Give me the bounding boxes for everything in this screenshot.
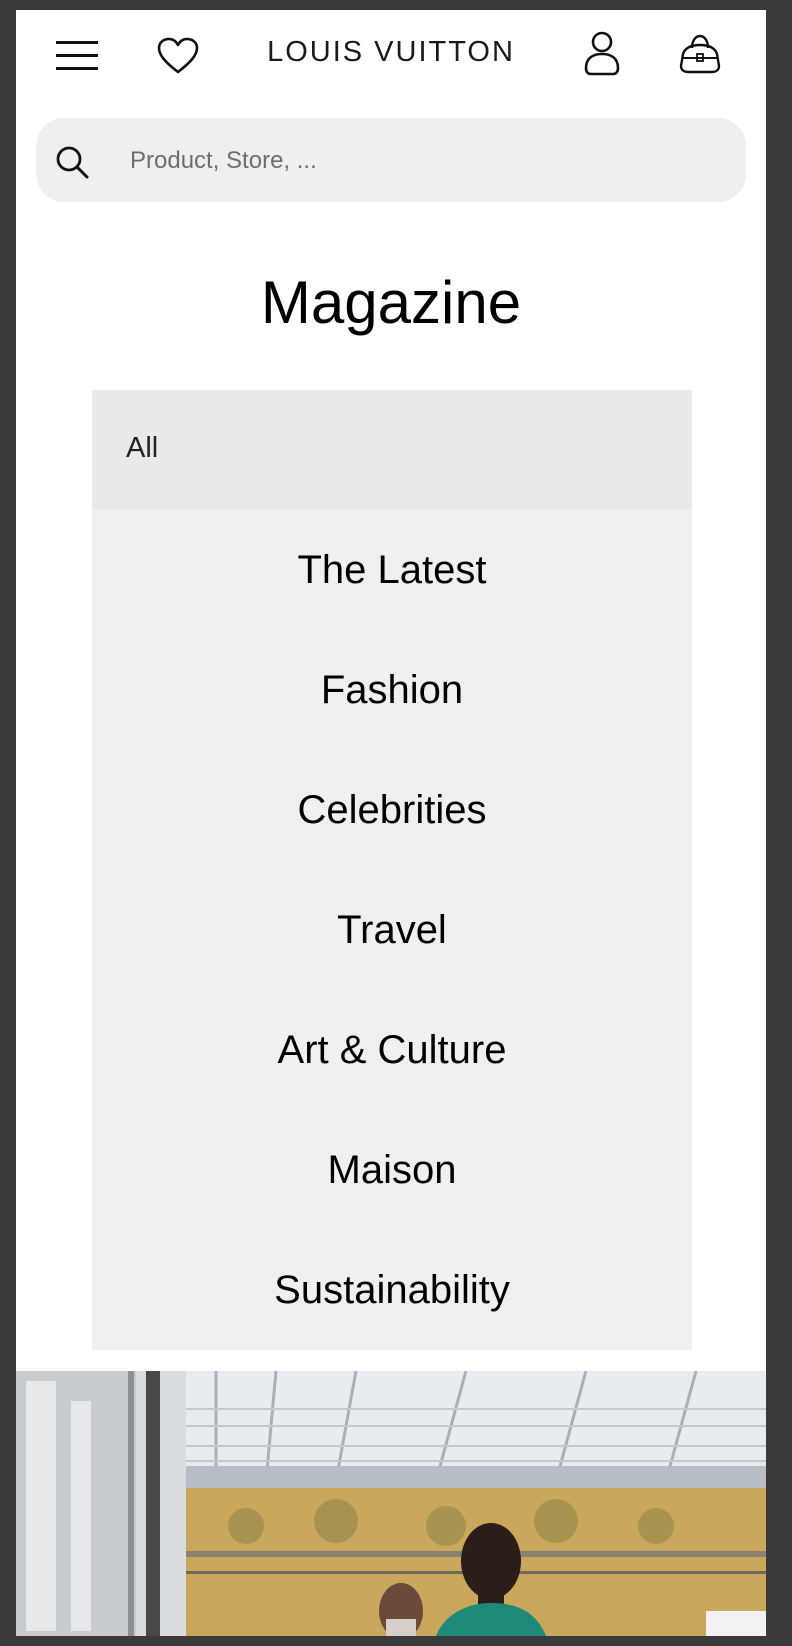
category-item-fashion[interactable]: Fashion [92,630,692,750]
app-screen: LOUIS VUITTON Magazine [16,10,766,1636]
category-item-travel[interactable]: Travel [92,870,692,990]
search-bar[interactable] [36,118,746,204]
category-item-sustainability[interactable]: Sustainability [92,1230,692,1350]
category-item-art-culture[interactable]: Art & Culture [92,990,692,1110]
search-input[interactable] [128,118,732,204]
category-item-celebrities[interactable]: Celebrities [92,750,692,870]
magazine-hero-image[interactable] [16,1371,766,1636]
category-selected-option[interactable]: All [92,390,692,510]
category-dropdown-menu: All The Latest Fashion Celebrities Trave… [92,390,692,1350]
top-navigation-bar: LOUIS VUITTON [16,10,766,102]
category-selected-label: All [126,432,159,464]
category-item-maison[interactable]: Maison [92,1110,692,1230]
category-item-the-latest[interactable]: The Latest [92,510,692,630]
user-icon[interactable] [582,28,622,78]
brand-logo[interactable]: LOUIS VUITTON [16,36,766,69]
search-icon[interactable] [54,144,90,185]
shopping-bag-icon[interactable] [678,30,722,78]
page-title: Magazine [260,269,522,336]
